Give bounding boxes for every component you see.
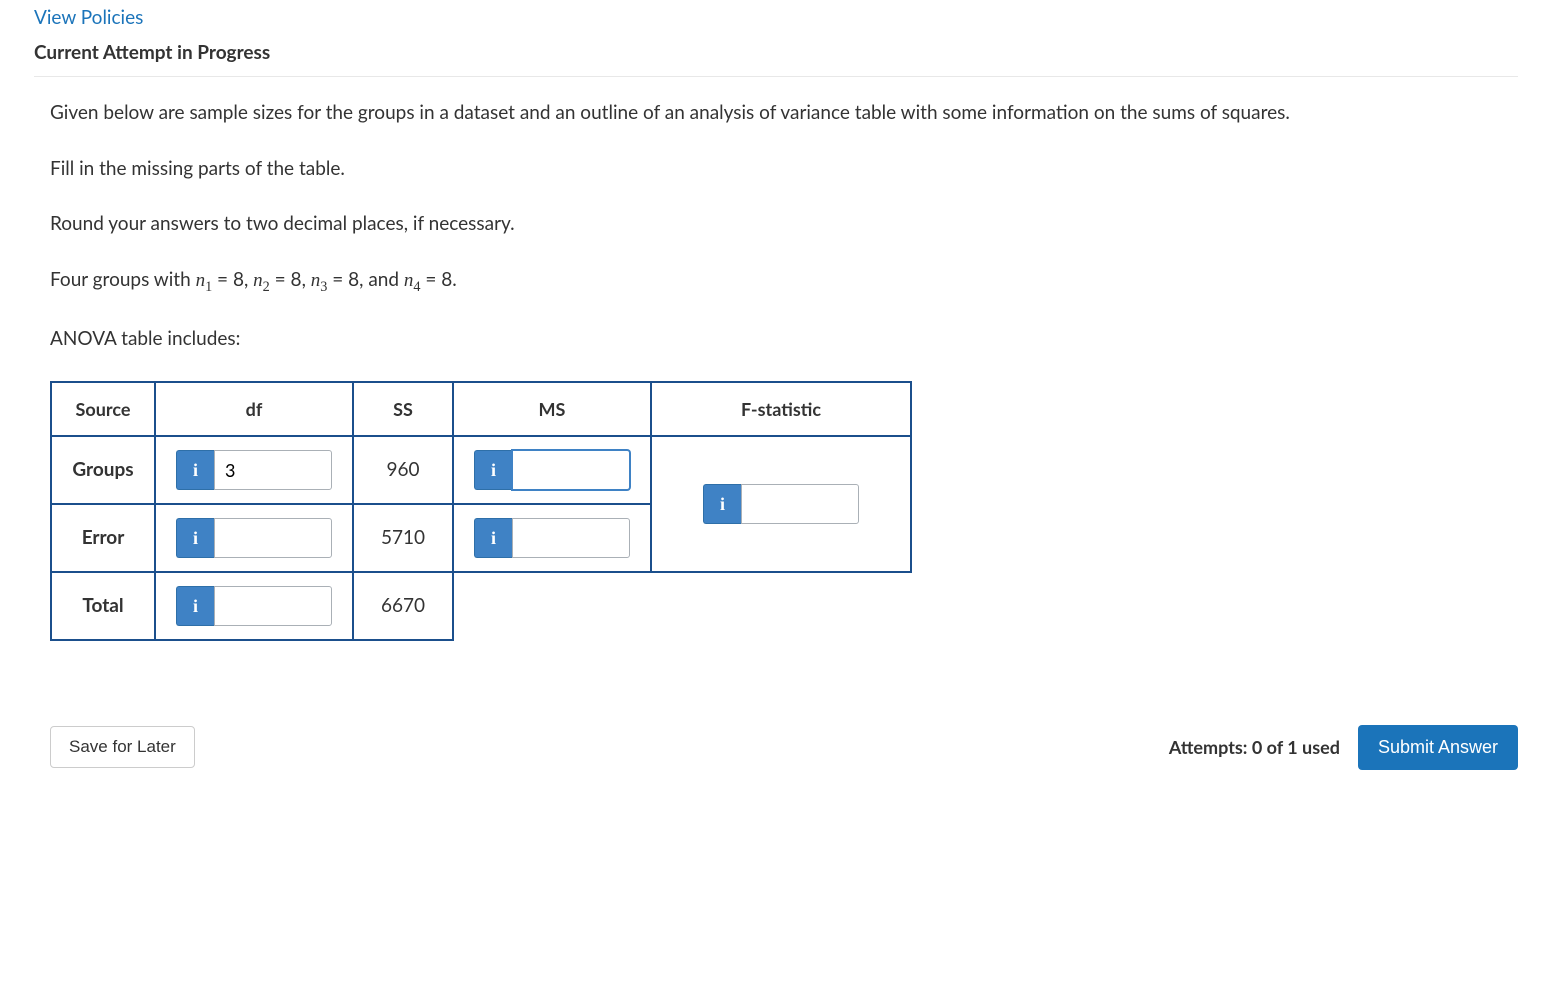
row-error-label: Error: [51, 504, 155, 572]
anova-table: Source df SS MS F-statistic Groups i 960: [50, 381, 912, 641]
section-title: Current Attempt in Progress: [34, 37, 1518, 76]
question-p1: Given below are sample sizes for the gro…: [50, 99, 1518, 127]
input-f-stat[interactable]: [741, 484, 859, 524]
submit-answer-button[interactable]: Submit Answer: [1358, 725, 1518, 770]
info-icon[interactable]: i: [176, 586, 214, 626]
info-icon[interactable]: i: [474, 518, 512, 558]
input-error-ms[interactable]: [512, 518, 630, 558]
question-p2: Fill in the missing parts of the table.: [50, 155, 1518, 183]
info-icon[interactable]: i: [176, 518, 214, 558]
question-p3: Round your answers to two decimal places…: [50, 210, 1518, 238]
question-p4: Four groups with n1 = 8, n2 = 8, n3 = 8,…: [50, 266, 1518, 297]
save-for-later-button[interactable]: Save for Later: [50, 726, 195, 768]
cell-total-df: i: [155, 572, 353, 640]
attempts-label: Attempts: 0 of 1 used: [1169, 734, 1340, 760]
row-total-label: Total: [51, 572, 155, 640]
input-error-df[interactable]: [214, 518, 332, 558]
th-f: F-statistic: [651, 382, 911, 436]
cell-groups-ms: i: [453, 436, 651, 504]
cell-error-df: i: [155, 504, 353, 572]
info-icon[interactable]: i: [474, 450, 512, 490]
info-icon[interactable]: i: [176, 450, 214, 490]
input-total-df[interactable]: [214, 586, 332, 626]
th-ms: MS: [453, 382, 651, 436]
input-groups-df[interactable]: [214, 450, 332, 490]
cell-error-ss: 5710: [353, 504, 453, 572]
cell-groups-ss: 960: [353, 436, 453, 504]
row-groups-label: Groups: [51, 436, 155, 504]
question-p5: ANOVA table includes:: [50, 325, 1518, 353]
th-source: Source: [51, 382, 155, 436]
cell-f-stat: i: [651, 436, 911, 572]
view-policies-link[interactable]: View Policies: [34, 0, 143, 37]
info-icon[interactable]: i: [703, 484, 741, 524]
cell-error-ms: i: [453, 504, 651, 572]
input-groups-ms[interactable]: [512, 450, 630, 490]
cell-groups-df: i: [155, 436, 353, 504]
th-ss: SS: [353, 382, 453, 436]
cell-total-ss: 6670: [353, 572, 453, 640]
th-df: df: [155, 382, 353, 436]
question-text: Given below are sample sizes for the gro…: [34, 99, 1518, 770]
